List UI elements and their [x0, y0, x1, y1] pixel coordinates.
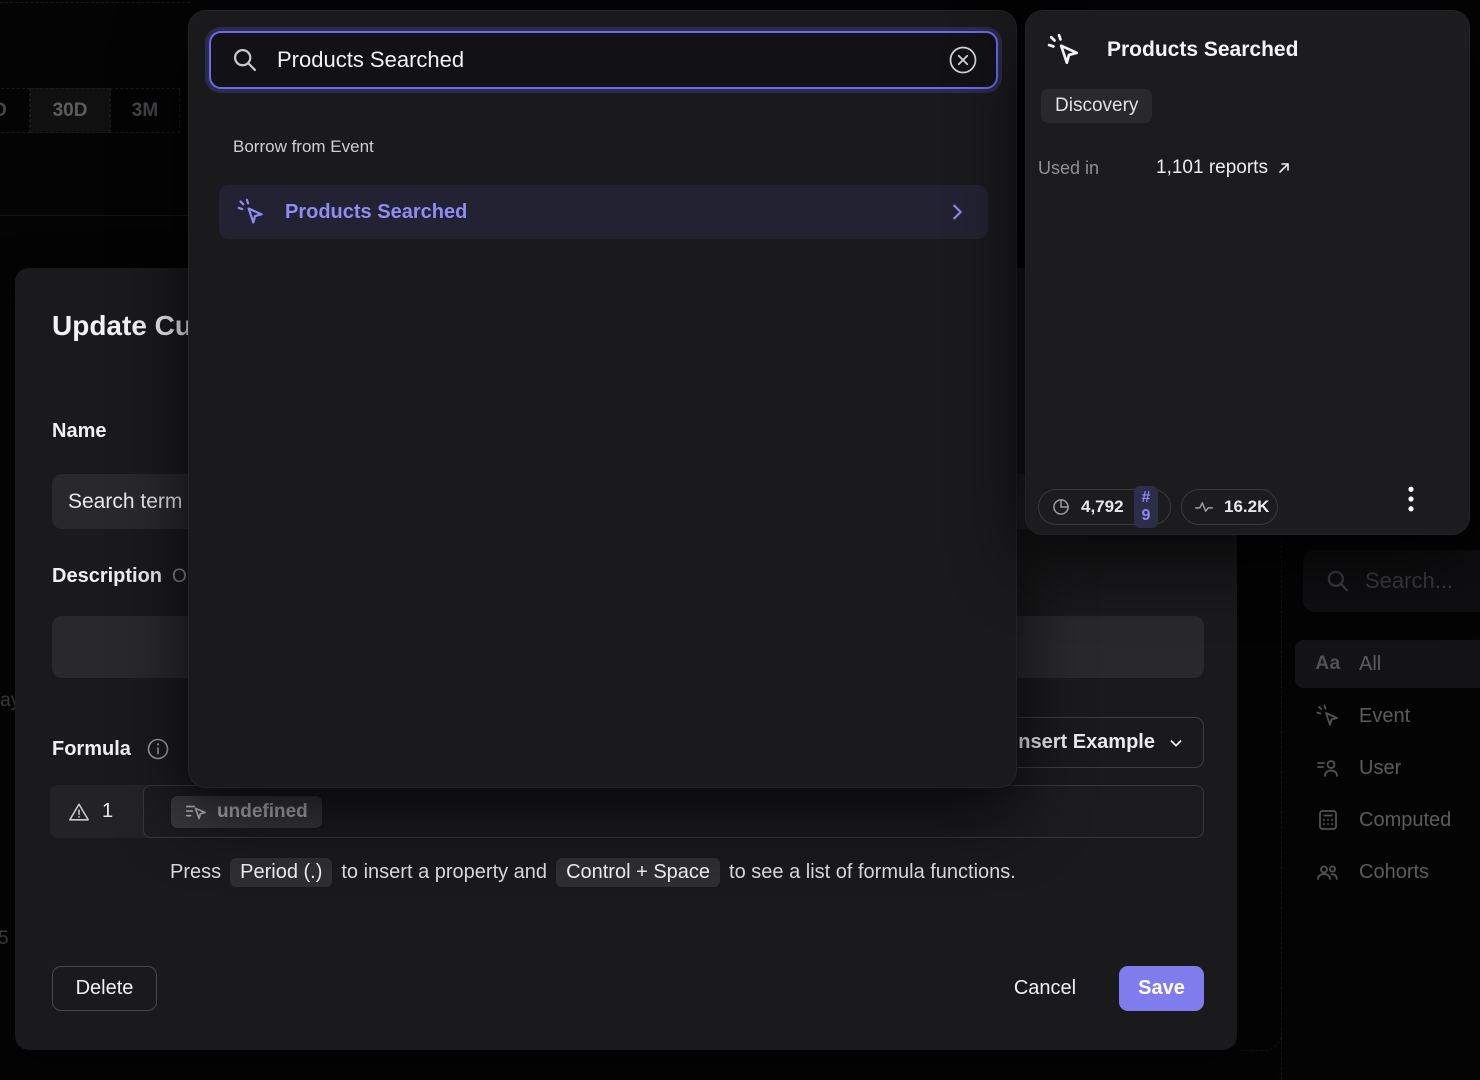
formula-error-count[interactable]: 1: [50, 785, 152, 838]
cancel-button[interactable]: Cancel: [1000, 966, 1090, 1011]
description-label-text: Description: [52, 565, 162, 588]
toolbar-top-border: [0, 2, 190, 3]
sidebar-search-input[interactable]: Search...: [1303, 550, 1480, 612]
event-count-stat-pill[interactable]: 4,792 # 9: [1038, 489, 1171, 525]
arrow-up-right-icon: [1276, 160, 1292, 176]
property-search-dropdown: Products Searched Borrow from Event Prod…: [188, 10, 1017, 788]
aa-text-icon: Aa: [1315, 653, 1341, 675]
sidebar-item-all[interactable]: Aa All: [1295, 640, 1480, 688]
sidebar-item-label: Cohorts: [1359, 861, 1429, 884]
clear-search-icon[interactable]: [948, 45, 978, 75]
formula-input[interactable]: undefined: [143, 785, 1204, 838]
used-in-reports-link[interactable]: 1,101 reports: [1156, 157, 1292, 179]
period-key-chip: Period (.): [230, 858, 332, 887]
app-screen: D 30D 3M lay 5 Search... Aa All: [0, 0, 1480, 1080]
insert-example-label: Insert Example: [1013, 731, 1155, 754]
sidebar-item-computed[interactable]: Computed: [1295, 796, 1480, 844]
search-query-text: Products Searched: [277, 47, 930, 73]
hint-tail: to see a list of formula functions.: [729, 861, 1016, 884]
volume-stat-pill[interactable]: 16.2K: [1181, 489, 1278, 525]
used-in-value: 1,101 reports: [1156, 157, 1268, 179]
sidebar-item-user[interactable]: User: [1295, 744, 1480, 792]
time-range-3m-button[interactable]: 3M: [110, 88, 180, 133]
dropdown-search-input[interactable]: Products Searched: [209, 31, 998, 89]
pulse-icon: [1194, 497, 1214, 517]
save-button[interactable]: Save: [1119, 966, 1204, 1011]
undefined-property-chip[interactable]: undefined: [171, 796, 322, 828]
hint-middle: to insert a property and: [341, 861, 547, 884]
search-icon: [231, 46, 259, 74]
event-result-label: Products Searched: [285, 201, 926, 224]
formula-hint: Press Period (.) to insert a property an…: [170, 858, 1016, 887]
used-in-row: Used in 1,101 reports: [1038, 157, 1292, 179]
chip-label: undefined: [217, 801, 308, 823]
search-icon: [1325, 568, 1351, 594]
used-in-label: Used in: [1038, 158, 1156, 179]
name-label: Name: [52, 420, 106, 443]
property-filter-sidebar: Search... Aa All Event: [1281, 540, 1480, 1080]
sidebar-item-event[interactable]: Event: [1295, 692, 1480, 740]
background-panel-corner: [1240, 995, 1282, 1051]
time-range-7d-button[interactable]: D: [0, 88, 30, 133]
category-badge: Discovery: [1041, 89, 1152, 123]
delete-button[interactable]: Delete: [52, 966, 157, 1011]
sidebar-item-label: Computed: [1359, 809, 1451, 832]
warning-count-value: 1: [102, 800, 113, 823]
modal-title: Update Cu: [52, 310, 192, 342]
sidebar-item-label: Event: [1359, 705, 1410, 728]
sidebar-search-placeholder: Search...: [1365, 568, 1453, 594]
toolbar-bottom-border: [0, 215, 190, 216]
user-icon: [1315, 756, 1341, 780]
control-space-key-chip: Control + Space: [556, 858, 720, 887]
pie-chart-icon: [1051, 497, 1071, 517]
formula-label: Formula: [52, 738, 131, 761]
kebab-menu-icon[interactable]: [1398, 482, 1424, 516]
rank-badge: # 9: [1134, 486, 1159, 528]
event-result-products-searched[interactable]: Products Searched: [219, 185, 988, 239]
borrow-from-event-section-label: Borrow from Event: [233, 137, 374, 157]
warning-icon: [68, 801, 90, 823]
event-card-title: Products Searched: [1107, 38, 1298, 62]
event-details-card: Products Searched Discovery Used in 1,10…: [1025, 10, 1470, 535]
hint-press: Press: [170, 861, 221, 884]
event-cursor-icon: [1047, 33, 1081, 67]
time-range-30d-button[interactable]: 30D: [30, 88, 110, 133]
custom-property-icon: [185, 801, 207, 823]
calculator-icon: [1315, 808, 1341, 832]
chart-axis-fragment-lower: 5: [0, 928, 9, 950]
event-cursor-icon: [237, 198, 265, 226]
sidebar-item-label: All: [1359, 653, 1381, 676]
description-optional-fragment: O: [172, 566, 187, 588]
event-cursor-icon: [1315, 704, 1341, 728]
sidebar-item-cohorts[interactable]: Cohorts: [1295, 848, 1480, 896]
cohorts-icon: [1315, 860, 1341, 884]
stat-value: 4,792: [1081, 497, 1124, 517]
chevron-right-icon: [946, 201, 968, 223]
chevron-down-icon: [1167, 734, 1185, 752]
sidebar-item-label: User: [1359, 757, 1401, 780]
info-icon[interactable]: [146, 737, 170, 761]
description-label: Description O: [52, 565, 187, 588]
stat-value: 16.2K: [1224, 497, 1269, 517]
